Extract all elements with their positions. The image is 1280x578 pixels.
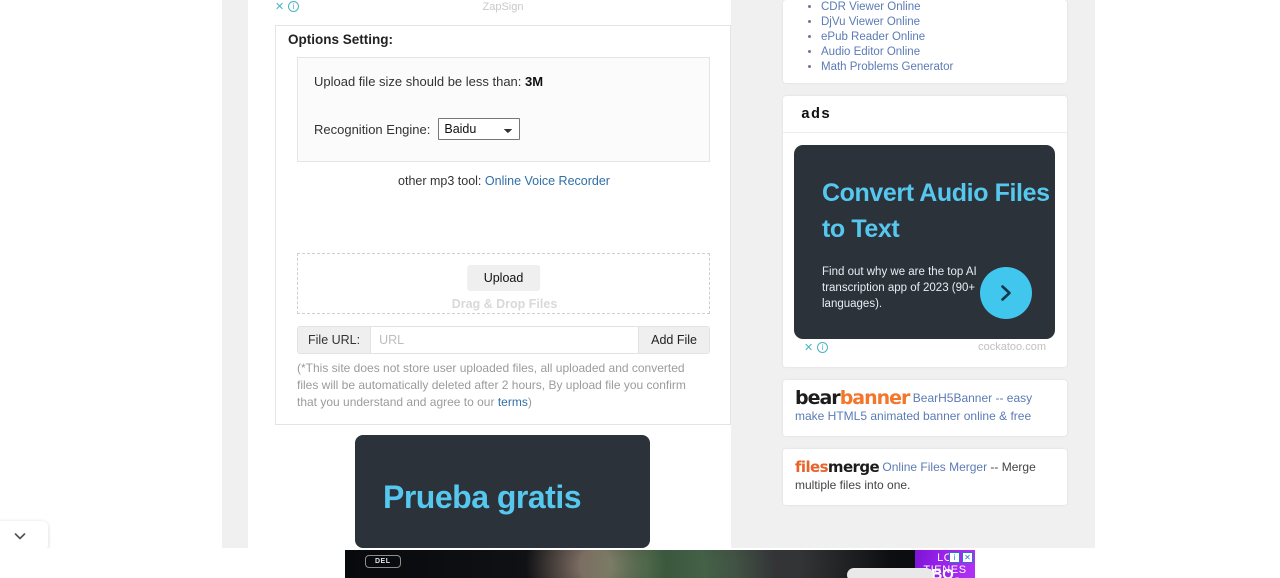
sidebar-ad-footer: ✕ i cockatoo.com — [794, 339, 1056, 361]
promo-card-filesmerge[interactable]: filesmerge Online Files Merger -- Merge … — [783, 449, 1067, 505]
bottom-ad-video-pane[interactable]: DEL — [345, 550, 915, 578]
promo-line: bearbanner BearH5Banner -- easy make HTM… — [795, 389, 1055, 425]
promo-line: filesmerge Online Files Merger -- Merge … — [795, 458, 1055, 494]
file-url-row: File URL: Add File — [297, 326, 710, 354]
file-url-label: File URL: — [298, 327, 372, 353]
upload-size-label: Upload file size should be less than: — [314, 74, 522, 89]
other-mp3-tool-label: other mp3 tool: — [398, 174, 482, 188]
bearbanner-logo-part1: bear — [795, 387, 841, 409]
sidebar-ad-banner[interactable]: Convert Audio Files to Text Find out why… — [794, 145, 1055, 339]
bearbanner-logo: bearbanner — [795, 387, 911, 409]
file-dropzone[interactable]: Upload Drag & Drop Files — [297, 253, 710, 314]
list-item[interactable]: Math Problems Generator — [821, 60, 1067, 75]
terms-link[interactable]: terms — [498, 395, 528, 409]
ads-card-header: ads — [783, 96, 1067, 133]
sidebar-ad-headline: Convert Audio Files to Text — [822, 179, 1050, 243]
list-item[interactable]: ePub Reader Online — [821, 30, 1067, 45]
filesmerge-link[interactable]: Online Files Merger — [882, 460, 987, 474]
ad-brand-label: ZapSign — [482, 1, 524, 13]
bottom-ad-pill-label: DEL — [365, 555, 401, 568]
sidebar-link[interactable]: Math Problems Generator — [821, 61, 953, 73]
upload-size-value: 3M — [525, 74, 544, 89]
bottom-ad-cta-pill[interactable] — [847, 568, 933, 578]
list-item[interactable]: CDR Viewer Online — [821, 0, 1067, 15]
ads-card-body: Convert Audio Files to Text Find out why… — [783, 133, 1067, 367]
filesmerge-logo-part1: files — [795, 458, 829, 476]
online-voice-recorder-link[interactable]: Online Voice Recorder — [485, 174, 610, 188]
related-links-list: CDR Viewer Online DjVu Viewer Online ePu… — [783, 0, 1067, 75]
info-icon[interactable]: i — [817, 342, 828, 353]
bottom-ad-banner[interactable]: DEL LO TIENES TODO HBO GO SIX i ✕ — [345, 550, 975, 578]
list-item[interactable]: DjVu Viewer Online — [821, 15, 1067, 30]
file-url-input[interactable] — [371, 327, 639, 353]
list-item[interactable]: Audio Editor Online — [821, 45, 1067, 60]
upload-button[interactable]: Upload — [466, 265, 541, 291]
ad-domain-label: cockatoo.com — [978, 341, 1046, 353]
options-inner-box: Upload file size should be less than: 3M… — [297, 57, 710, 162]
top-ad-strip: ✕ i ZapSign — [275, 0, 731, 20]
recognition-engine-select[interactable]: Baidu — [438, 118, 521, 140]
sidebar-link[interactable]: Audio Editor Online — [821, 46, 920, 58]
add-file-button[interactable]: Add File — [638, 327, 709, 353]
disclaimer-tail: ) — [527, 395, 532, 409]
sidebar-link[interactable]: CDR Viewer Online — [821, 1, 921, 13]
other-mp3-tool-line: other mp3 tool: Online Voice Recorder — [276, 174, 732, 188]
info-icon[interactable]: i — [949, 552, 960, 563]
close-icon[interactable]: ✕ — [962, 552, 973, 563]
upload-size-limit: Upload file size should be less than: 3M — [314, 74, 543, 89]
sidebar-ad-subtext: Find out why we are the top AI transcrip… — [822, 266, 977, 310]
filesmerge-logo-part2: merge — [827, 458, 880, 476]
disclaimer-text: (*This site does not store user uploaded… — [297, 361, 686, 409]
chevron-right-icon[interactable] — [980, 267, 1032, 319]
drag-drop-hint: Drag & Drop Files — [451, 297, 558, 311]
chevron-down-button[interactable] — [0, 521, 48, 551]
main-ad-headline: Prueba gratis — [383, 479, 582, 515]
main-content-column: ✕ i ZapSign Options Setting: Upload file… — [248, 0, 731, 548]
bearbanner-logo-part2: banner — [839, 387, 911, 409]
bottom-sticky-ad: DEL LO TIENES TODO HBO GO SIX i ✕ — [0, 548, 1280, 578]
promo-card-bearbanner[interactable]: bearbanner BearH5Banner -- easy make HTM… — [783, 380, 1067, 436]
close-icon[interactable]: ✕ — [804, 342, 813, 354]
recognition-engine-row: Recognition Engine: Baidu — [314, 118, 521, 140]
upload-disclaimer: (*This site does not store user uploaded… — [297, 360, 707, 411]
related-links-card: CDR Viewer Online DjVu Viewer Online ePu… — [783, 0, 1067, 83]
filesmerge-logo: filesmerge — [795, 458, 880, 476]
options-setting-panel: Options Setting: Upload file size should… — [275, 25, 731, 425]
recognition-engine-label: Recognition Engine: — [314, 121, 431, 137]
sidebar-link[interactable]: ePub Reader Online — [821, 31, 925, 43]
bottom-ad-controls: i ✕ — [949, 552, 973, 563]
options-setting-title: Options Setting: — [288, 32, 393, 47]
right-sidebar: CDR Viewer Online DjVu Viewer Online ePu… — [783, 0, 1067, 518]
chevron-down-icon — [14, 533, 26, 540]
page-root: ✕ i ZapSign Options Setting: Upload file… — [0, 0, 1280, 578]
main-column-ad-banner[interactable]: Prueba gratis — [355, 435, 650, 548]
ads-card: ads Convert Audio Files to Text Find out… — [783, 96, 1067, 367]
sidebar-link[interactable]: DjVu Viewer Online — [821, 16, 920, 28]
